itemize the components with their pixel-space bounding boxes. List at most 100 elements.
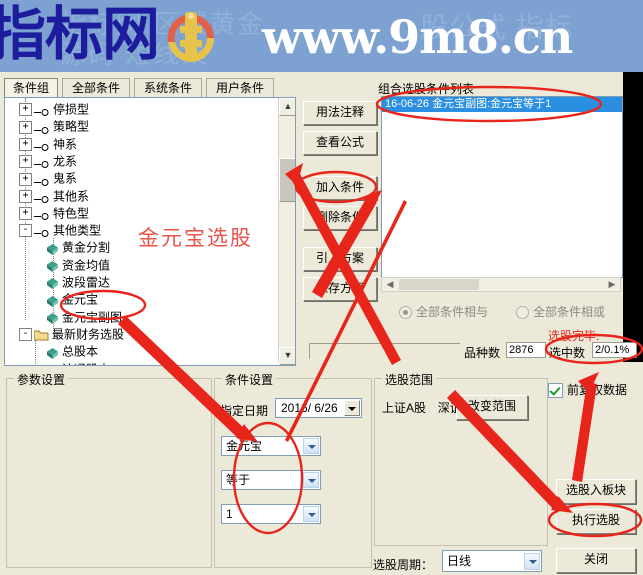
selected-count-label: 选中数 (549, 346, 586, 360)
cycle-combo-value: 日线 (447, 554, 472, 568)
cycle-label: 选股周期： (373, 558, 434, 572)
usage-note-button[interactable]: 用法注释 (303, 101, 377, 125)
tree-node[interactable]: 黄金分割 (47, 239, 110, 256)
collapse-icon[interactable]: - (19, 224, 32, 238)
condition-tree-panel[interactable]: + 停损型 + 策略型 + 神系 + 龙系 + 鬼系 + 其他系 + 特色型 - 其他类型 黄金分割 资金均值 波段… (4, 97, 296, 366)
import-plan-button[interactable]: 引入方案 (303, 247, 377, 271)
tree-node-label: 龙系 (53, 154, 78, 169)
operator-combo[interactable]: 等于 (221, 470, 321, 490)
connector-icon (34, 209, 50, 221)
condition-tabs: 条件组 全部条件 系统条件 用户条件 (4, 78, 294, 98)
adjusted-data-checkbox[interactable]: 前复权数据 (548, 381, 627, 399)
tree-watermark-text: 金元宝选股 (138, 226, 253, 250)
field-combo[interactable]: 金元宝 (221, 436, 321, 456)
run-screening-button[interactable]: 执行选股 (556, 509, 636, 534)
param-settings-legend: 参数设置 (14, 371, 69, 388)
chevron-down-icon[interactable] (303, 506, 319, 522)
expand-icon[interactable]: + (19, 137, 32, 151)
save-plan-button[interactable]: 保存方案 (303, 277, 377, 301)
tree-node-label: 策略型 (53, 119, 90, 134)
tree-node-label: 神系 (53, 136, 78, 151)
radio-all-and-label: 全部条件相与 (416, 305, 489, 319)
chevron-down-icon[interactable] (524, 553, 540, 570)
scroll-down-icon[interactable]: ▼ (279, 347, 295, 365)
radio-all-or[interactable]: 全部条件相或 (516, 303, 605, 320)
tree-node-label: 金元宝副图 (62, 309, 123, 324)
right-black-strip (623, 72, 643, 362)
connector-icon (34, 226, 50, 238)
tree-node[interactable]: + 神系 (19, 136, 77, 153)
tree-node-label: 特色型 (53, 206, 90, 221)
tree-node[interactable]: + 其他系 (19, 188, 89, 205)
tab-1[interactable]: 条件组 (4, 78, 58, 98)
tree-node[interactable]: - 最新财务选股 (19, 326, 124, 343)
hscrollbar-thumb[interactable] (399, 279, 479, 290)
tree-node[interactable]: 金元宝 (47, 291, 98, 308)
tree-node[interactable]: + 龙系 (19, 153, 77, 170)
tree-node[interactable]: + 停损型 (19, 101, 89, 118)
formula-icon (47, 364, 58, 365)
formula-icon (47, 277, 58, 290)
value-combo[interactable]: 1 (221, 504, 321, 524)
chevron-down-icon[interactable] (303, 438, 319, 454)
radio-all-or-label: 全部条件相或 (533, 305, 606, 319)
tab-2[interactable]: 全部条件 (62, 78, 130, 98)
tab-4[interactable]: 用户条件 (206, 78, 274, 98)
operator-combo-value: 等于 (226, 473, 251, 487)
connector-icon (34, 175, 50, 186)
chevron-down-icon[interactable] (344, 400, 360, 416)
date-picker[interactable]: 2016/ 6/26 (275, 398, 362, 418)
condition-settings-legend: 条件设置 (222, 371, 277, 388)
delete-condition-button[interactable]: 删除条件 (303, 206, 377, 230)
connector-icon (34, 140, 50, 151)
condition-list-box[interactable]: 16-06-26 金元宝副图:金元宝等于1 (381, 96, 623, 278)
tree-node[interactable]: + 鬼系 (19, 170, 77, 187)
cycle-combo[interactable]: 日线 (442, 550, 542, 572)
checkbox-checked-icon[interactable] (548, 383, 563, 399)
tree-node[interactable]: 资金均值 (47, 257, 110, 274)
progress-bar (309, 343, 460, 359)
view-formula-button[interactable]: 查看公式 (303, 131, 377, 155)
market-sh-label: 上证A股 (382, 401, 427, 415)
tree-node-label: 资金均值 (62, 258, 111, 273)
tree-node[interactable]: 金元宝副图 (47, 309, 122, 326)
tree-node[interactable]: 流通股本 (47, 361, 110, 365)
banner-url: www.9m8.cn (262, 10, 573, 64)
change-range-button[interactable]: 改变范围 (456, 395, 528, 420)
radio-dot-icon (399, 306, 412, 320)
scroll-left-icon[interactable]: ◀ (383, 279, 397, 290)
tree-branch-line-2 (35, 340, 36, 365)
add-to-block-button[interactable]: 选股入板块 (556, 479, 636, 504)
formula-icon (47, 347, 58, 359)
radio-all-and[interactable]: 全部条件相与 (399, 303, 488, 320)
expand-icon[interactable]: + (19, 172, 32, 186)
close-button[interactable]: 关闭 (556, 548, 636, 573)
scrollbar-thumb[interactable] (279, 158, 295, 202)
stock-range-legend: 选股范围 (382, 371, 437, 388)
expand-icon[interactable]: + (19, 120, 32, 134)
tree-node-label: 波段雷达 (62, 275, 111, 290)
tree-node-label: 最新财务选股 (52, 327, 125, 342)
tree-node[interactable]: + 策略型 (19, 118, 89, 135)
tree-node[interactable]: 总股本 (47, 343, 98, 360)
expand-icon[interactable]: + (19, 207, 32, 221)
expand-icon[interactable]: + (19, 155, 32, 169)
tree-node[interactable]: - 其他类型 (19, 222, 101, 239)
tree-node[interactable]: 波段雷达 (47, 274, 110, 291)
tab-3[interactable]: 系统条件 (134, 78, 202, 98)
connector-icon (34, 157, 50, 169)
chevron-down-icon[interactable] (303, 472, 319, 488)
condition-list-horizontal-scrollbar[interactable]: ◀ ▶ (381, 277, 621, 292)
tree-vertical-scrollbar[interactable]: ▲ ▼ (278, 98, 295, 365)
expand-icon[interactable]: + (19, 189, 32, 203)
scroll-right-icon[interactable]: ▶ (605, 279, 619, 290)
expand-icon[interactable]: + (19, 103, 32, 117)
scroll-up-icon[interactable]: ▲ (279, 98, 295, 116)
tree-node[interactable]: + 特色型 (19, 205, 89, 222)
condition-list-item[interactable]: 16-06-26 金元宝副图:金元宝等于1 (382, 97, 622, 112)
collapse-icon[interactable]: - (19, 328, 32, 342)
add-condition-button[interactable]: 加入条件 (303, 176, 377, 200)
formula-icon (47, 312, 58, 324)
connector-icon (34, 192, 50, 203)
connector-icon (34, 105, 50, 117)
